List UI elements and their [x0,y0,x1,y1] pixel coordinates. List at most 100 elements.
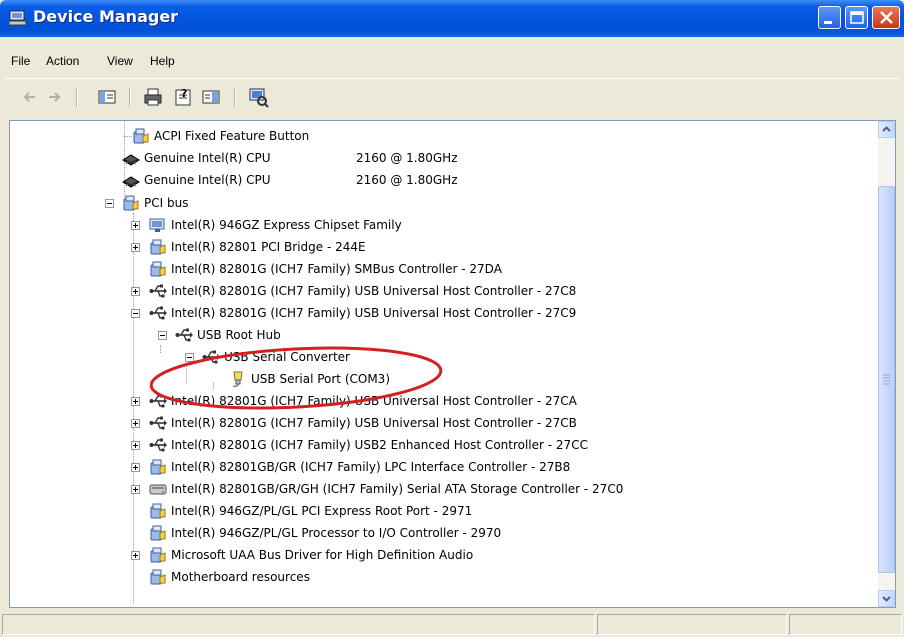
expand-toggle[interactable] [131,551,140,560]
scroll-thumb[interactable] [878,186,895,573]
expand-toggle[interactable] [131,243,140,252]
usb-icon [149,283,167,299]
help-icon[interactable] [200,86,222,108]
expand-toggle[interactable] [131,221,140,230]
device-manager-icon [8,10,27,26]
menu-file[interactable]: File [11,54,30,68]
scroll-down-button[interactable] [878,590,895,607]
toolbar-separator [234,87,236,107]
device-manager-window: Device Manager File Action View Help ? A… [0,0,904,637]
tree-item-label: Motherboard resources [171,570,310,584]
collapse-toggle[interactable] [185,353,194,362]
tree-item-label: Intel(R) 82801G (ICH7 Family) USB Univer… [171,394,577,408]
menu-help[interactable]: Help [150,54,175,68]
tree-item-label: PCI bus [144,196,189,210]
expand-toggle[interactable] [131,463,140,472]
usb-icon [149,393,167,409]
print-icon[interactable] [142,86,164,108]
forward-arrow-icon[interactable] [44,86,66,108]
expand-toggle[interactable] [131,441,140,450]
system-device-icon [122,195,140,211]
status-panel [2,614,595,635]
menu-bar: File Action View Help [0,50,904,74]
minimize-icon [824,21,832,24]
status-bar [0,610,904,637]
window-title: Device Manager [33,7,179,26]
system-device-icon [149,547,167,563]
tree-item-label: Microsoft UAA Bus Driver for High Defini… [171,548,474,562]
scan-hardware-icon[interactable] [247,86,269,108]
collapse-toggle[interactable] [105,199,114,208]
close-icon [880,11,893,24]
tree-item-label: Intel(R) 946GZ/PL/GL Processor to I/O Co… [171,526,502,540]
system-device-icon [132,128,150,144]
storage-controller-icon [149,481,167,497]
tree-item-label: Intel(R) 946GZ Express Chipset Family [171,218,402,232]
tree-item-label: Intel(R) 82801G (ICH7 Family) USB Univer… [171,306,577,320]
expand-toggle[interactable] [131,397,140,406]
tree-connector [160,345,161,353]
processor-icon [122,150,140,166]
usb-icon [149,437,167,453]
scroll-up-button[interactable] [878,121,895,138]
tree-item-label: Intel(R) 82801GB/GR (ICH7 Family) LPC In… [171,460,571,474]
display-adapter-icon [149,217,167,233]
chevron-down-icon [882,596,891,602]
collapse-toggle[interactable] [158,331,167,340]
status-panel [597,614,787,635]
toolbar-separator [76,87,78,107]
tree-connector [133,213,134,603]
title-bar[interactable]: Device Manager [0,0,904,37]
tree-connector [213,383,214,389]
tree-item-label: USB Root Hub [197,328,281,342]
tree-item-label: Intel(R) 946GZ/PL/GL PCI Express Root Po… [171,504,473,518]
tree-item-label: Intel(R) 82801 PCI Bridge - 244E [171,240,366,254]
system-device-icon [149,261,167,277]
tree-item-label: Intel(R) 82801G (ICH7 Family) SMBus Cont… [171,262,502,276]
collapse-toggle[interactable] [131,309,140,318]
port-icon [229,371,247,387]
system-device-icon [149,503,167,519]
back-arrow-icon[interactable] [19,86,41,108]
minimize-button[interactable] [818,6,841,29]
tree-item-label: ACPI Fixed Feature Button [154,129,310,143]
expand-toggle[interactable] [131,485,140,494]
toolbar: ? [4,78,900,115]
show-hide-console-tree-icon[interactable] [96,86,118,108]
status-panel [789,614,902,635]
tree-item-label: Intel(R) 82801G (ICH7 Family) USB Univer… [171,284,577,298]
menu-action[interactable]: Action [46,54,79,68]
chevron-up-icon [882,126,891,132]
grip-icon [883,374,890,385]
processor-icon [122,172,140,188]
tree-item-detail: 2160 @ 1.80GHz [356,151,458,165]
device-tree[interactable]: ACPI Fixed Feature Button Genuine Intel(R… [9,120,896,608]
tree-item-label: Intel(R) 82801G (ICH7 Family) USB Univer… [171,416,577,430]
toolbar-separator [129,87,131,107]
tree-connector [186,365,187,383]
tree-connector [124,136,132,137]
usb-icon [202,349,220,365]
tree-item-label: Genuine Intel(R) CPU [144,173,271,187]
tree-item-label: USB Serial Port (COM3) [251,372,390,386]
system-device-icon [149,569,167,585]
system-device-icon [149,239,167,255]
system-device-icon [149,459,167,475]
menu-view[interactable]: View [107,54,133,68]
usb-icon [149,415,167,431]
expand-toggle[interactable] [131,419,140,428]
tree-item-label: Genuine Intel(R) CPU [144,151,271,165]
properties-icon[interactable]: ? [172,86,194,108]
vertical-scrollbar[interactable] [878,121,895,607]
tree-item-label: Intel(R) 82801GB/GR/GH (ICH7 Family) Ser… [171,482,624,496]
usb-icon [149,305,167,321]
svg-text:?: ? [181,87,187,100]
maximize-button[interactable] [845,6,868,29]
tree-item-detail: 2160 @ 1.80GHz [356,173,458,187]
usb-icon [175,327,193,343]
close-button[interactable] [872,6,900,29]
expand-toggle[interactable] [131,287,140,296]
tree-item-label: USB Serial Converter [224,350,350,364]
system-device-icon [149,525,167,541]
maximize-icon [850,11,864,24]
